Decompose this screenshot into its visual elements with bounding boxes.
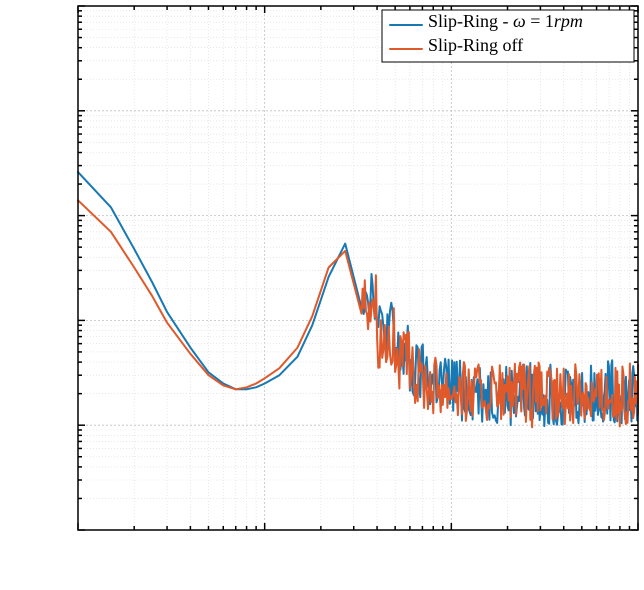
series-1 — [78, 200, 638, 427]
legend-label-1: Slip-Ring off — [428, 35, 523, 55]
plot-frame — [78, 6, 638, 530]
spectrum-chart: Slip-Ring - ω = 1rpm Slip-Ring off — [0, 0, 644, 590]
legend-label-0: Slip-Ring - ω = 1rpm — [428, 11, 583, 31]
legend: Slip-Ring - ω = 1rpm Slip-Ring off — [382, 10, 634, 62]
